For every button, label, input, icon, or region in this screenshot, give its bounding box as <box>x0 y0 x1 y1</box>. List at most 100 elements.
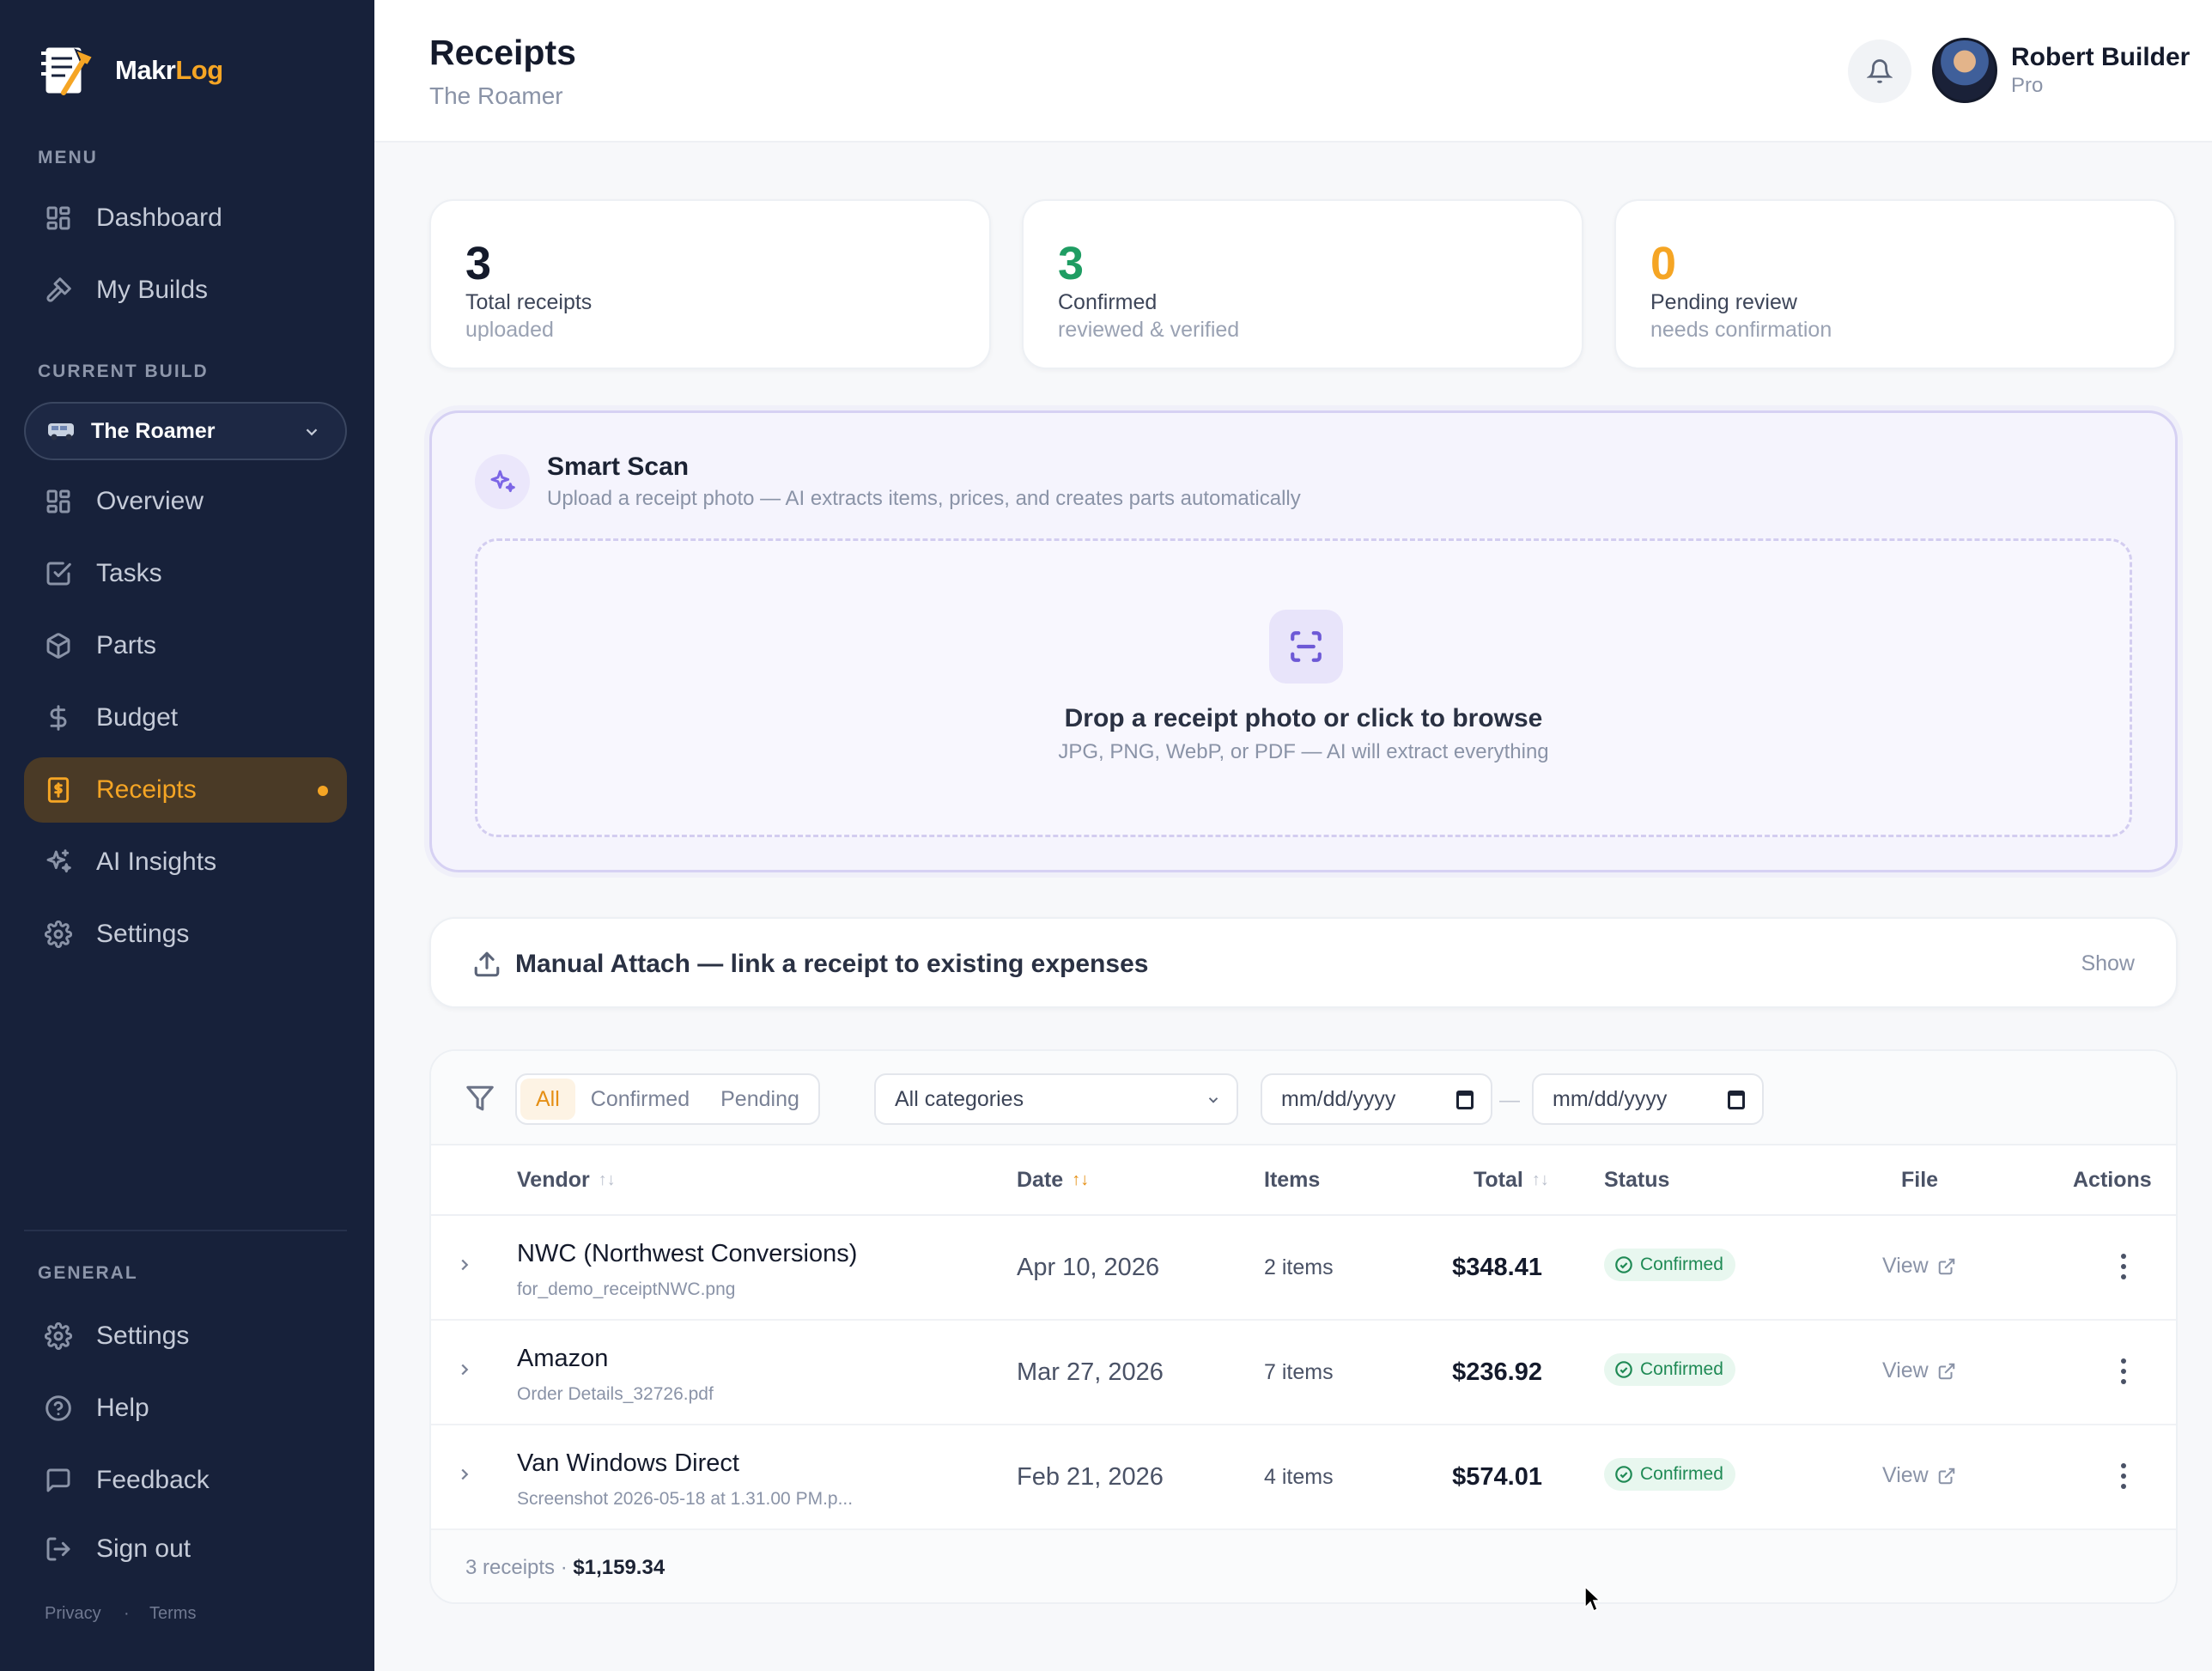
sidebar-item-label: Overview <box>96 487 204 515</box>
more-actions-icon[interactable] <box>2116 1352 2131 1391</box>
check-circle-icon <box>1615 1256 1632 1273</box>
sort-icon: ↑↓ <box>1531 1170 1549 1189</box>
sidebar-item-tasks[interactable]: Tasks <box>24 541 347 606</box>
more-actions-icon[interactable] <box>2116 1247 2131 1286</box>
category-select-value: All categories <box>895 1086 1024 1111</box>
filter-all[interactable]: All <box>520 1079 575 1120</box>
sidebar-item-settings[interactable]: Settings <box>24 1303 347 1369</box>
sidebar-item-label: Settings <box>96 920 190 948</box>
dropzone-title: Drop a receipt photo or click to browse <box>1064 704 1543 732</box>
filter-pending[interactable]: Pending <box>705 1079 815 1120</box>
vendor-name: NWC (Northwest Conversions) <box>517 1240 858 1267</box>
receipt-date: Apr 10, 2026 <box>1017 1254 1160 1281</box>
vendor-name: Van Windows Direct <box>517 1449 739 1477</box>
sidebar-item-my-builds[interactable]: My Builds <box>24 258 347 323</box>
user-plan: Pro <box>2011 74 2044 97</box>
more-actions-icon[interactable] <box>2116 1456 2131 1496</box>
dropzone-hint: JPG, PNG, WebP, or PDF — AI will extract… <box>1058 740 1549 763</box>
chevron-right-icon[interactable] <box>455 1465 474 1484</box>
date-to-value: mm/dd/yyyy <box>1553 1086 1668 1111</box>
receipt-file-name: Screenshot 2026-05-18 at 1.31.00 PM.p... <box>517 1489 854 1509</box>
user-name[interactable]: Robert Builder <box>2011 43 2190 72</box>
filter-confirmed[interactable]: Confirmed <box>575 1079 705 1120</box>
sidebar-item-parts[interactable]: Parts <box>24 613 347 678</box>
grid-icon <box>46 206 70 230</box>
status-label: Confirmed <box>1640 1464 1723 1484</box>
app-name: MakrLog <box>115 55 223 86</box>
checkbox-icon <box>46 562 71 586</box>
app-logo[interactable]: MakrLog <box>38 39 223 101</box>
sidebar-item-label: Parts <box>96 631 157 659</box>
stat-label: Pending review <box>1650 290 1797 314</box>
sidebar-item-help[interactable]: Help <box>24 1376 347 1441</box>
sidebar-item-label: Sign out <box>96 1534 191 1563</box>
avatar[interactable] <box>1932 38 1997 103</box>
manual-attach-title: Manual Attach — link a receipt to existi… <box>515 950 1149 978</box>
view-file-link[interactable]: View <box>1882 1463 1956 1488</box>
column-actions: Actions <box>2073 1168 2152 1193</box>
app-name-part1: Makr <box>115 55 176 85</box>
column-status-label: Status <box>1604 1168 1670 1192</box>
gear-icon <box>45 921 72 948</box>
receipt-date: Mar 27, 2026 <box>1017 1358 1164 1386</box>
logo-icon <box>38 39 100 101</box>
sidebar-item-label: Budget <box>96 703 179 732</box>
sidebar-item-build-settings[interactable]: Settings <box>24 902 347 967</box>
chevron-right-icon[interactable] <box>455 1255 474 1274</box>
notifications-button[interactable] <box>1848 39 1911 103</box>
table-row[interactable]: Amazon Order Details_32726.pdf Mar 27, 2… <box>431 1321 2176 1425</box>
column-file-label: File <box>1901 1168 1939 1192</box>
column-date[interactable]: Date ↑↓ <box>1017 1168 1089 1193</box>
date-to-input[interactable]: mm/dd/yyyy <box>1532 1073 1764 1125</box>
sidebar-item-feedback[interactable]: Feedback <box>24 1448 347 1513</box>
receipt-dropzone[interactable]: Drop a receipt photo or click to browse … <box>475 538 2132 837</box>
table-row[interactable]: Van Windows Direct Screenshot 2026-05-18… <box>431 1425 2176 1530</box>
stat-label: Confirmed <box>1058 290 1158 314</box>
sidebar-item-label: Dashboard <box>96 204 222 232</box>
terms-link[interactable]: Terms <box>149 1604 196 1624</box>
sidebar-item-receipts[interactable]: Receipts <box>24 757 347 823</box>
chevron-right-icon[interactable] <box>455 1360 474 1379</box>
calendar-icon[interactable] <box>1456 1091 1474 1109</box>
receipt-count: 3 receipts <box>465 1556 556 1579</box>
sidebar-item-overview[interactable]: Overview <box>24 469 347 534</box>
current-build-name: The Roamer <box>91 418 216 443</box>
sparkles-icon <box>46 849 71 873</box>
receipt-total: $348.41 <box>1452 1254 1542 1281</box>
stat-sublabel: reviewed & verified <box>1058 318 1240 342</box>
filter-bar: All Confirmed Pending All categories mm/… <box>431 1051 2176 1145</box>
table-row[interactable]: NWC (Northwest Conversions) for_demo_rec… <box>431 1216 2176 1321</box>
external-link-icon <box>1938 1467 1955 1484</box>
scan-icon <box>1269 610 1343 684</box>
current-build-select[interactable]: The Roamer <box>24 402 347 460</box>
upload-icon <box>474 951 500 977</box>
smart-scan-panel: Smart Scan Upload a receipt photo — AI e… <box>429 410 2178 872</box>
general-heading: GENERAL <box>38 1263 138 1283</box>
grid-icon <box>46 489 70 513</box>
view-file-link[interactable]: View <box>1882 1254 1956 1279</box>
manual-attach-panel[interactable]: Manual Attach — link a receipt to existi… <box>429 917 2178 1008</box>
date-from-input[interactable]: mm/dd/yyyy <box>1261 1073 1492 1125</box>
sidebar-item-budget[interactable]: Budget <box>24 685 347 750</box>
smart-scan-title: Smart Scan <box>547 453 690 481</box>
receipts-table: All Confirmed Pending All categories mm/… <box>429 1049 2178 1604</box>
filter-icon <box>466 1085 494 1111</box>
sidebar-item-ai-insights[interactable]: AI Insights <box>24 829 347 895</box>
view-file-link[interactable]: View <box>1882 1358 1956 1383</box>
vendor-name: Amazon <box>517 1345 609 1372</box>
sort-icon: ↑↓ <box>598 1170 616 1189</box>
privacy-link[interactable]: Privacy <box>45 1604 101 1624</box>
sidebar-item-label: Settings <box>96 1322 190 1350</box>
sidebar-item-dashboard[interactable]: Dashboard <box>24 185 347 251</box>
calendar-icon[interactable] <box>1728 1091 1745 1109</box>
receipt-sum: $1,159.34 <box>573 1556 665 1579</box>
sidebar-item-label: AI Insights <box>96 848 217 876</box>
column-vendor[interactable]: Vendor ↑↓ <box>517 1168 616 1193</box>
receipt-file-name: for_demo_receiptNWC.png <box>517 1279 736 1299</box>
category-select[interactable]: All categories <box>874 1073 1238 1125</box>
sidebar-item-label: My Builds <box>96 276 209 304</box>
receipt-file-name: Order Details_32726.pdf <box>517 1384 714 1404</box>
column-total[interactable]: Total ↑↓ <box>1474 1168 1549 1193</box>
sidebar-item-sign-out[interactable]: Sign out <box>24 1516 347 1582</box>
manual-attach-toggle[interactable]: Show <box>2081 951 2135 976</box>
